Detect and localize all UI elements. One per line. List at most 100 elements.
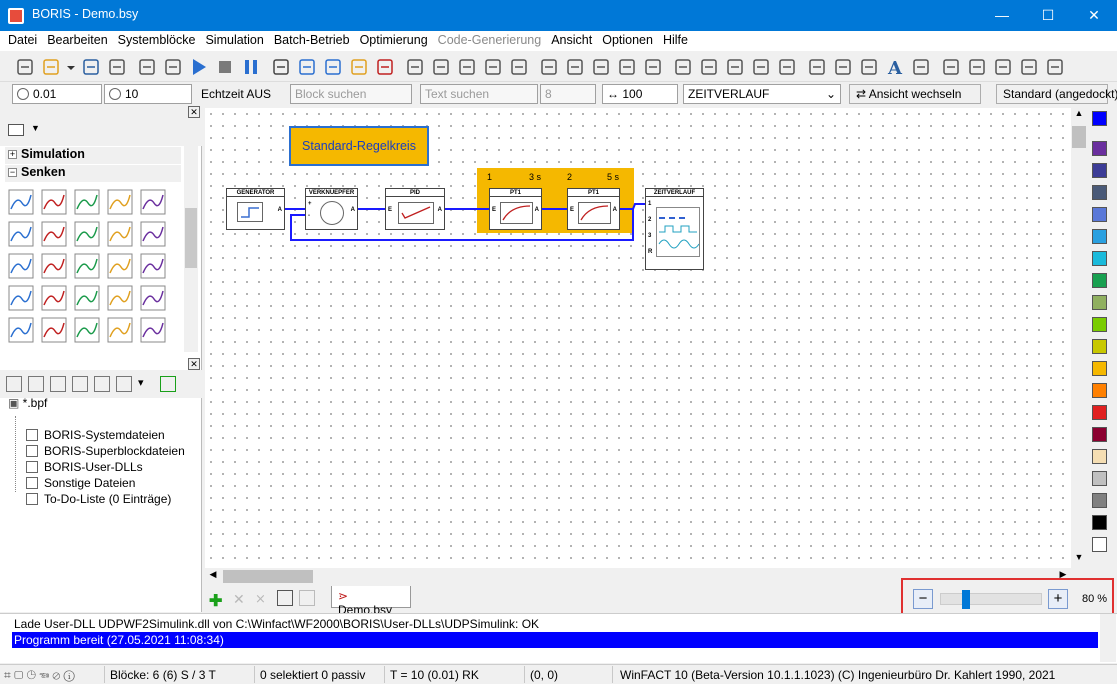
lock-icon[interactable] — [698, 56, 720, 78]
color-swatch[interactable] — [1092, 295, 1107, 310]
realtime-toggle[interactable]: Echtzeit AUS — [194, 84, 286, 104]
color-swatch[interactable] — [1092, 383, 1107, 398]
meter-icon[interactable] — [8, 285, 34, 311]
zeitverlauf-block[interactable]: ZEITVERLAUF 1 2 3 R — [645, 188, 704, 270]
window2-icon[interactable] — [966, 56, 988, 78]
waterfall-icon[interactable] — [74, 221, 100, 247]
pid-block[interactable]: PID E A — [385, 188, 445, 230]
image-icon[interactable] — [162, 56, 184, 78]
view-select[interactable]: ZEITVERLAUF ⌄ — [683, 84, 841, 104]
color-swatch[interactable] — [1092, 515, 1107, 530]
text-icon[interactable]: A — [884, 56, 906, 79]
open-icon[interactable] — [40, 56, 62, 78]
xy-plot-icon[interactable] — [8, 189, 34, 215]
menu-simulation[interactable]: Simulation — [205, 31, 263, 47]
polar-icon[interactable] — [41, 253, 67, 279]
scroll-left-icon[interactable]: ◀ — [205, 569, 221, 584]
delete-icon[interactable] — [456, 56, 478, 78]
gauge-icon[interactable] — [107, 285, 133, 311]
log-scrollbar[interactable] — [1100, 614, 1116, 662]
paste-icon[interactable] — [299, 590, 315, 606]
menu-bearbeiten[interactable]: Bearbeiten — [47, 31, 107, 47]
spellcheck-icon[interactable] — [642, 56, 664, 78]
scroll-thumb[interactable] — [185, 208, 197, 268]
layer2-icon[interactable] — [806, 56, 828, 78]
color-swatch[interactable] — [1092, 163, 1107, 178]
add-tab-icon[interactable]: ✚ — [209, 591, 222, 611]
lissajous-icon[interactable] — [107, 189, 133, 215]
pt1-block-2[interactable]: PT1 E A — [567, 188, 620, 230]
scope-icon[interactable] — [41, 285, 67, 311]
color-swatch[interactable] — [1092, 427, 1107, 442]
step-icon[interactable] — [270, 56, 292, 78]
text-search-input[interactable]: Text suchen — [420, 84, 538, 104]
copy-icon[interactable] — [277, 590, 293, 606]
color-swatch[interactable] — [1092, 361, 1107, 376]
palette-scrollbar[interactable] — [184, 146, 198, 352]
color-swatch[interactable] — [1092, 273, 1107, 288]
menu-ansicht[interactable]: Ansicht — [551, 31, 592, 47]
picture-icon[interactable] — [910, 56, 932, 78]
led-row-icon[interactable] — [74, 317, 100, 343]
number-select[interactable]: 8 — [540, 84, 596, 104]
menu-code-generierung[interactable]: Code-Generierung — [438, 31, 542, 47]
delete-icon[interactable]: ✕ — [233, 591, 245, 608]
recorder-icon[interactable] — [74, 285, 100, 311]
flow-icon[interactable] — [724, 56, 746, 78]
generator-block[interactable]: GENERATOR A — [226, 188, 285, 230]
cut-icon[interactable] — [482, 56, 504, 78]
diagram-canvas[interactable]: Standard-Regelkreis 1 3 s 2 5 s GENERATO… — [205, 108, 1071, 568]
color-swatch[interactable] — [1092, 449, 1107, 464]
color-swatch[interactable] — [1092, 207, 1107, 222]
switch-view-button[interactable]: ⇄ Ansicht wechseln — [849, 84, 981, 104]
bargraph-icon[interactable] — [8, 317, 34, 343]
export-icon[interactable] — [136, 56, 158, 78]
color-swatch[interactable] — [1092, 185, 1107, 200]
export-icon[interactable] — [140, 253, 166, 279]
menu-optimierung[interactable]: Optimierung — [360, 31, 428, 47]
formula-icon[interactable] — [404, 56, 426, 78]
new-icon[interactable] — [14, 56, 36, 78]
scroll-up-icon[interactable]: ▲ — [1071, 108, 1087, 124]
wire-icon[interactable] — [672, 56, 694, 78]
pause-icon[interactable] — [240, 56, 262, 78]
close-button[interactable]: ✕ — [1071, 0, 1117, 31]
pt1-block-1[interactable]: PT1 E A — [489, 188, 542, 230]
color-swatch[interactable] — [1092, 251, 1107, 266]
remove-icon[interactable] — [374, 56, 396, 78]
project-item[interactable]: BORIS-User-DLLs — [26, 460, 143, 474]
minimize-button[interactable]: — — [979, 0, 1025, 31]
menu-datei[interactable]: Datei — [8, 31, 37, 47]
group-icon[interactable] — [616, 56, 638, 78]
histogram-icon[interactable] — [8, 253, 34, 279]
align-icon[interactable] — [564, 56, 586, 78]
color-swatch[interactable] — [1092, 229, 1107, 244]
color-swatch[interactable] — [1092, 339, 1107, 354]
window4-icon[interactable] — [1018, 56, 1040, 78]
step-size-field[interactable]: 0.01 — [12, 84, 102, 104]
color-swatch[interactable] — [1092, 405, 1107, 420]
layer3-icon[interactable] — [832, 56, 854, 78]
menu-hilfe[interactable]: Hilfe — [663, 31, 688, 47]
color-swatch[interactable] — [1092, 537, 1107, 552]
close-all-icon[interactable]: ⨯ — [255, 591, 266, 607]
color-swatch[interactable] — [1092, 471, 1107, 486]
project-item[interactable]: BORIS-Superblockdateien — [26, 444, 185, 458]
step-plot-icon[interactable] — [74, 189, 100, 215]
project-item[interactable]: BORIS-Systemdateien — [26, 428, 165, 442]
flow2-icon[interactable] — [750, 56, 772, 78]
window-icon[interactable] — [940, 56, 962, 78]
sim-time-field[interactable]: 10 — [104, 84, 192, 104]
surface-icon[interactable] — [140, 189, 166, 215]
color-swatch[interactable] — [1092, 317, 1107, 332]
stop-icon[interactable] — [214, 56, 236, 78]
spectrum-icon[interactable] — [41, 221, 67, 247]
color-swatch[interactable] — [1092, 141, 1107, 156]
scroll-thumb[interactable] — [223, 570, 313, 583]
menu-systemblöcke[interactable]: Systemblöcke — [118, 31, 196, 47]
mirror-icon[interactable] — [590, 56, 612, 78]
layout-button[interactable]: Standard (angedockt) — [996, 84, 1117, 104]
dropdown-icon[interactable] — [66, 56, 76, 78]
display-icon[interactable] — [140, 285, 166, 311]
project-item[interactable]: Sonstige Dateien — [26, 476, 135, 490]
